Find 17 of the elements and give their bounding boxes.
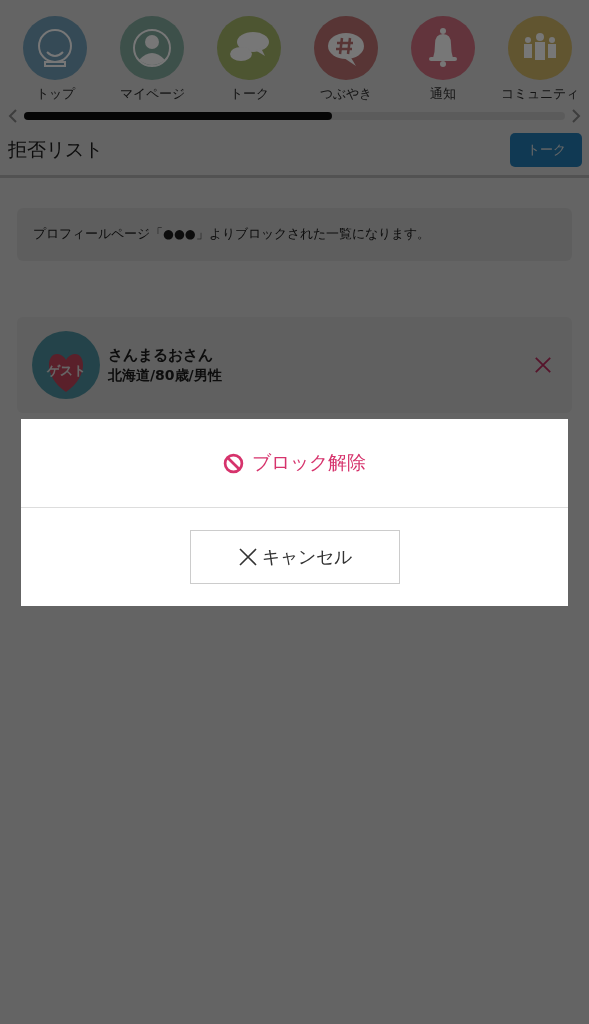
avatar-label: ゲスト — [46, 362, 86, 380]
nav-item[interactable]: コミュニティ — [497, 16, 583, 103]
scrollbar[interactable] — [24, 112, 565, 120]
close-icon[interactable] — [534, 356, 552, 374]
nav-item[interactable]: トーク — [206, 16, 292, 103]
nav-item[interactable]: つぶやき — [303, 16, 389, 103]
page-title: 拒否リスト — [8, 137, 103, 162]
user-name: さんまるおさん — [108, 345, 214, 365]
ban-icon — [223, 452, 244, 474]
heart-icon — [46, 353, 86, 393]
nav-item[interactable]: 通知 — [400, 16, 486, 103]
user-details: 北海道/80歳/男性 — [108, 366, 223, 385]
close-icon — [237, 547, 258, 567]
nav-item[interactable]: マイページ — [109, 16, 195, 103]
talk-button[interactable]: トーク — [510, 133, 582, 167]
cancel-button[interactable]: キャンセル — [189, 530, 400, 584]
nav-item[interactable]: トップ — [12, 16, 98, 103]
